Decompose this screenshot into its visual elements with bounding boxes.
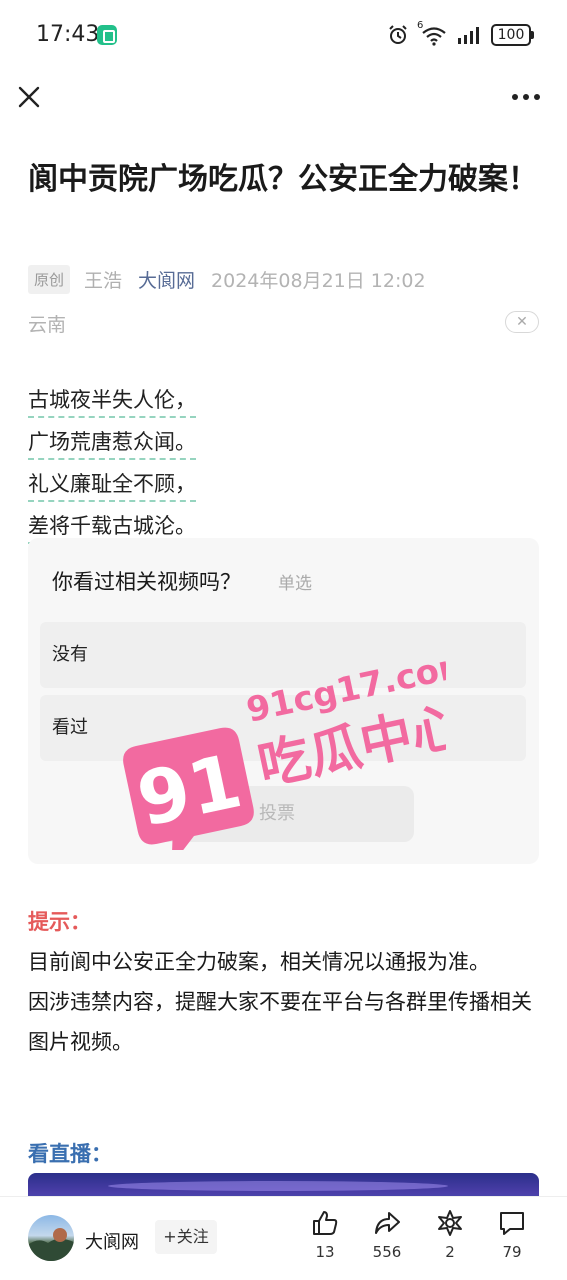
vote-type-label: 单选 <box>278 574 312 594</box>
comment-icon[interactable] <box>498 1209 526 1237</box>
status-icons: 6 100 <box>387 20 534 48</box>
star-icon[interactable] <box>436 1209 464 1237</box>
vote-submit-button[interactable]: 投票 <box>140 786 414 842</box>
network-type-label: 6 <box>417 20 424 31</box>
location-label: 云南 <box>28 314 67 336</box>
like-button[interactable]: 13 <box>300 1209 350 1261</box>
vote-option-no[interactable]: 没有 <box>40 622 526 688</box>
thumbs-up-icon[interactable] <box>311 1209 339 1237</box>
like-count: 13 <box>315 1243 335 1261</box>
vote-option-yes[interactable]: 看过 <box>40 695 526 761</box>
favorite-count: 2 <box>445 1243 455 1261</box>
tip-body: 目前阆中公安正全力破案，相关情况以通报为准。 因涉违禁内容，提醒大家不要在平台与… <box>28 942 543 1062</box>
close-button[interactable] <box>14 82 44 112</box>
signal-icon <box>458 27 479 44</box>
original-tag: 原创 <box>28 264 71 294</box>
close-icon[interactable] <box>14 82 44 112</box>
dismiss-button[interactable]: ✕ <box>505 311 539 333</box>
comment-count: 79 <box>502 1243 522 1261</box>
share-icon[interactable] <box>373 1209 401 1237</box>
author-name: 王浩 <box>84 269 123 292</box>
live-section-title: 看直播： <box>28 1142 112 1166</box>
more-icon[interactable] <box>511 86 541 108</box>
poem-line: 礼义廉耻全不顾， <box>28 468 196 502</box>
share-button[interactable]: 556 <box>362 1209 412 1261</box>
article-title: 阆中贡院广场吃瓜？公安正全力破案！ <box>28 162 538 197</box>
comment-button[interactable]: 79 <box>487 1209 537 1261</box>
wifi-icon: 6 <box>417 20 447 46</box>
vote-question: 你看过相关视频吗？ <box>52 570 241 594</box>
vote-card: 你看过相关视频吗？ 单选 没有 看过 投票 <box>28 538 539 864</box>
poem-line: 广场荒唐惹众闻。 <box>28 426 196 460</box>
avatar[interactable] <box>28 1215 74 1261</box>
favorite-button[interactable]: 2 <box>425 1209 475 1261</box>
account-name[interactable]: 大阆网 <box>85 1228 139 1254</box>
tip-paragraph: 因涉违禁内容，提醒大家不要在平台与各群里传播相关图片视频。 <box>28 990 532 1054</box>
article-meta: 原创 王浩 大阆网 2024年08月21日 12:02 <box>28 264 426 294</box>
source-link[interactable]: 大阆网 <box>138 266 195 293</box>
tip-title: 提示： <box>28 910 91 934</box>
status-time: 17:43 <box>36 22 100 47</box>
more-options-button[interactable] <box>511 86 541 108</box>
status-bar: 17:43 6 100 <box>0 0 567 70</box>
poem-line: 古城夜半失人伦， <box>28 384 196 418</box>
small-close-icon[interactable]: ✕ <box>516 314 528 330</box>
follow-button[interactable]: +关注 <box>155 1220 217 1254</box>
tip-paragraph: 目前阆中公安正全力破案，相关情况以通报为准。 <box>28 950 490 974</box>
bottom-action-bar: 大阆网 +关注 13 556 2 79 <box>0 1196 567 1280</box>
battery-indicator: 100 <box>491 24 534 46</box>
alarm-icon <box>389 25 407 44</box>
poem-block: 古城夜半失人伦， 广场荒唐惹众闻。 礼义廉耻全不顾， 差将千载古城沦。 <box>28 384 196 552</box>
publish-datetime: 2024年08月21日 12:02 <box>211 269 426 292</box>
share-count: 556 <box>372 1243 402 1261</box>
app-notification-icon <box>97 25 117 45</box>
